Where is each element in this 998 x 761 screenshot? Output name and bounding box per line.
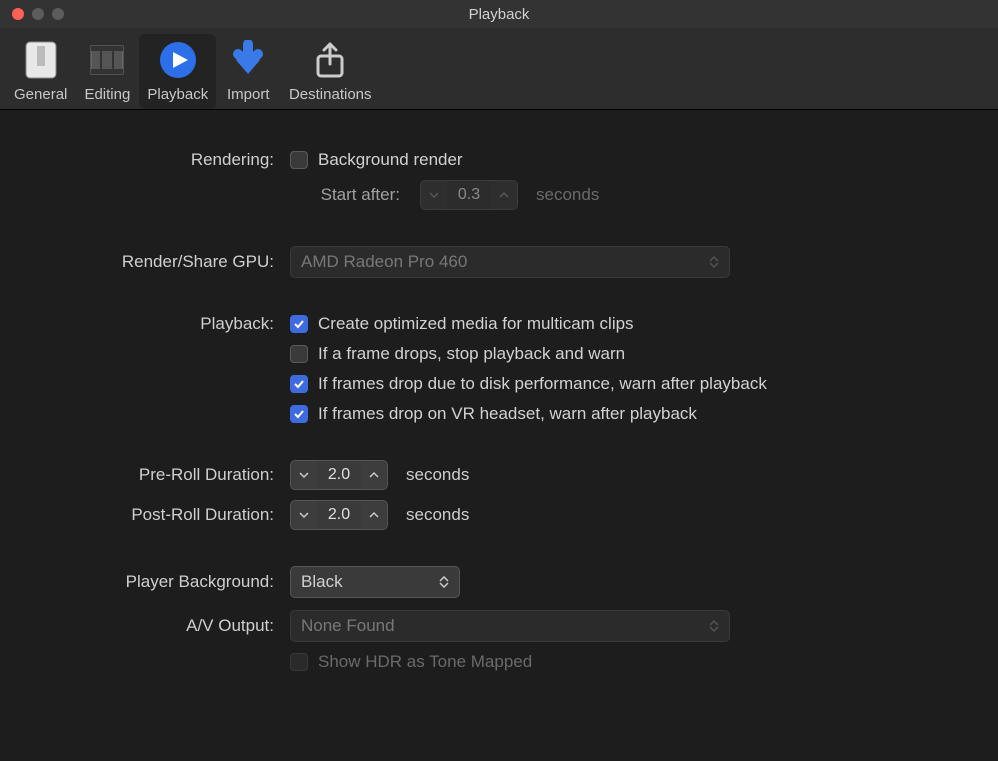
- pre-roll-stepper[interactable]: 2.0: [290, 460, 388, 490]
- rendering-label: Rendering:: [30, 150, 290, 170]
- tab-editing[interactable]: Editing: [75, 34, 139, 109]
- start-after-label: Start after:: [290, 185, 410, 205]
- tab-import[interactable]: Import: [216, 34, 280, 109]
- seconds-suffix: seconds: [406, 465, 469, 485]
- playback-label: Playback:: [30, 314, 290, 334]
- player-bg-label: Player Background:: [30, 572, 290, 592]
- stepper-increment[interactable]: [361, 501, 387, 529]
- gpu-select: AMD Radeon Pro 460: [290, 246, 730, 278]
- pre-roll-label: Pre-Roll Duration:: [30, 465, 290, 485]
- seconds-suffix: seconds: [536, 185, 599, 205]
- av-output-select: None Found: [290, 610, 730, 642]
- stepper-decrement[interactable]: [291, 501, 317, 529]
- stepper-decrement: [421, 181, 447, 209]
- tab-label: Editing: [84, 86, 130, 103]
- minimize-button[interactable]: [32, 8, 44, 20]
- tab-label: General: [14, 86, 67, 103]
- frame-drop-stop-checkbox[interactable]: [290, 345, 308, 363]
- disk-warn-label: If frames drop due to disk performance, …: [318, 374, 767, 394]
- tab-playback[interactable]: Playback: [139, 34, 216, 109]
- tab-label: Destinations: [289, 86, 372, 103]
- background-render-checkbox[interactable]: [290, 151, 308, 169]
- av-output-label: A/V Output:: [30, 616, 290, 636]
- stepper-increment: [491, 181, 517, 209]
- frame-drop-stop-label: If a frame drops, stop playback and warn: [318, 344, 625, 364]
- play-icon: [156, 38, 200, 82]
- player-bg-value: Black: [301, 572, 429, 592]
- titlebar[interactable]: Playback: [0, 0, 998, 28]
- gpu-label: Render/Share GPU:: [30, 252, 290, 272]
- tab-label: Import: [227, 86, 270, 103]
- preferences-toolbar: General Editing Playback Import Destinat…: [0, 28, 998, 110]
- background-render-label: Background render: [318, 150, 463, 170]
- traffic-lights: [0, 8, 64, 20]
- vr-warn-checkbox[interactable]: [290, 405, 308, 423]
- stepper-increment[interactable]: [361, 461, 387, 489]
- updown-icon: [709, 620, 719, 632]
- filmstrip-icon: [85, 38, 129, 82]
- optimized-multicam-label: Create optimized media for multicam clip…: [318, 314, 634, 334]
- disk-warn-checkbox[interactable]: [290, 375, 308, 393]
- start-after-value: 0.3: [447, 186, 491, 204]
- download-arrow-icon: [226, 38, 270, 82]
- av-output-value: None Found: [301, 616, 699, 636]
- post-roll-stepper[interactable]: 2.0: [290, 500, 388, 530]
- seconds-suffix: seconds: [406, 505, 469, 525]
- tab-destinations[interactable]: Destinations: [280, 34, 380, 109]
- player-bg-select[interactable]: Black: [290, 566, 460, 598]
- preferences-content: Rendering: Background render Start after…: [0, 110, 998, 672]
- maximize-button[interactable]: [52, 8, 64, 20]
- start-after-stepper: 0.3: [420, 180, 518, 210]
- tab-general[interactable]: General: [6, 34, 75, 109]
- updown-icon: [439, 576, 449, 588]
- pre-roll-value: 2.0: [317, 466, 361, 484]
- tab-label: Playback: [147, 86, 208, 103]
- post-roll-label: Post-Roll Duration:: [30, 505, 290, 525]
- post-roll-value: 2.0: [317, 506, 361, 524]
- window-title: Playback: [0, 6, 998, 23]
- share-icon: [308, 38, 352, 82]
- gpu-value: AMD Radeon Pro 460: [301, 252, 699, 272]
- hdr-tone-label: Show HDR as Tone Mapped: [318, 652, 532, 672]
- optimized-multicam-checkbox[interactable]: [290, 315, 308, 333]
- updown-icon: [709, 256, 719, 268]
- close-button[interactable]: [12, 8, 24, 20]
- hdr-tone-checkbox: [290, 653, 308, 671]
- switch-icon: [19, 38, 63, 82]
- stepper-decrement[interactable]: [291, 461, 317, 489]
- vr-warn-label: If frames drop on VR headset, warn after…: [318, 404, 697, 424]
